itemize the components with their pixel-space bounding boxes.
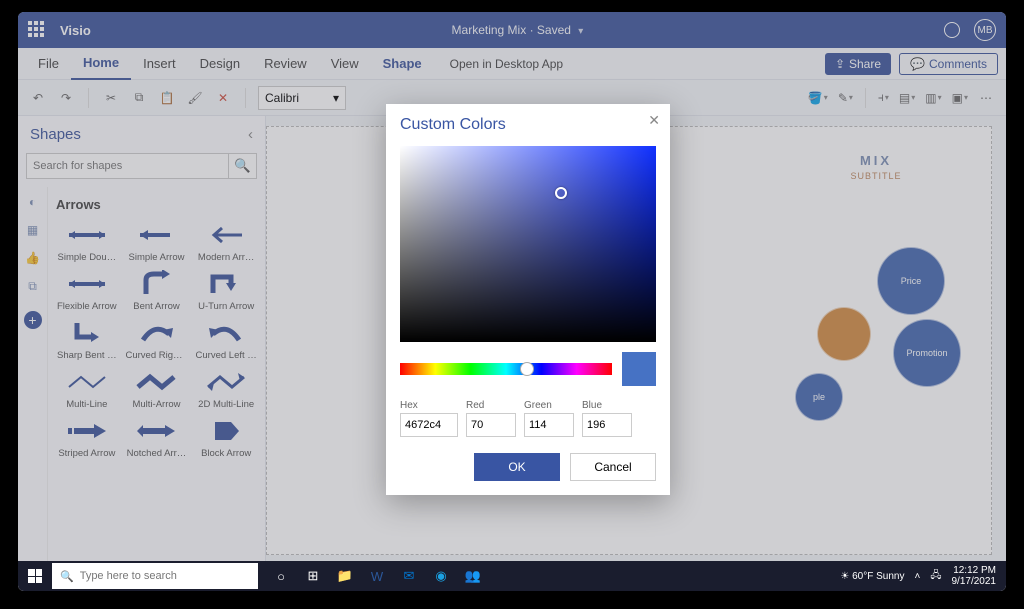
- hex-label: Hex: [400, 400, 458, 411]
- red-input[interactable]: [466, 413, 516, 437]
- file-explorer-icon[interactable]: 📁: [332, 563, 358, 589]
- outlook-icon[interactable]: ✉: [396, 563, 422, 589]
- green-input[interactable]: [524, 413, 574, 437]
- start-button[interactable]: [18, 561, 52, 591]
- blue-label: Blue: [582, 400, 632, 411]
- hue-slider[interactable]: [400, 363, 612, 375]
- red-label: Red: [466, 400, 516, 411]
- network-icon[interactable]: 🖧: [930, 568, 941, 585]
- close-icon[interactable]: ✕: [648, 112, 660, 129]
- blue-input[interactable]: [582, 413, 632, 437]
- custom-colors-dialog: ✕ Custom Colors Hex Red Green Blue OK Ca…: [386, 104, 670, 495]
- hex-input[interactable]: [400, 413, 458, 437]
- taskbar-search[interactable]: 🔍 Type here to search: [52, 563, 258, 589]
- search-icon: 🔍: [60, 570, 74, 583]
- color-cursor[interactable]: [555, 187, 567, 199]
- dialog-title: Custom Colors: [400, 116, 656, 134]
- color-preview-swatch: [622, 352, 656, 386]
- task-view-icon[interactable]: ⊞: [300, 563, 326, 589]
- ok-button[interactable]: OK: [474, 453, 560, 481]
- teams-icon[interactable]: 👥: [460, 563, 486, 589]
- cortana-icon[interactable]: ○: [268, 563, 294, 589]
- clock[interactable]: 12:12 PM 9/17/2021: [952, 565, 997, 587]
- windows-taskbar: 🔍 Type here to search ○ ⊞ 📁 W ✉ ◉ 👥 ☀ 60…: [18, 561, 1006, 591]
- word-icon[interactable]: W: [364, 563, 390, 589]
- weather-widget[interactable]: ☀ 60°F Sunny: [840, 571, 904, 582]
- edge-icon[interactable]: ◉: [428, 563, 454, 589]
- tray-chevron-icon[interactable]: ˄: [915, 571, 921, 582]
- saturation-value-picker[interactable]: [400, 146, 656, 342]
- green-label: Green: [524, 400, 574, 411]
- cancel-button[interactable]: Cancel: [570, 453, 656, 481]
- hue-thumb[interactable]: [520, 362, 534, 376]
